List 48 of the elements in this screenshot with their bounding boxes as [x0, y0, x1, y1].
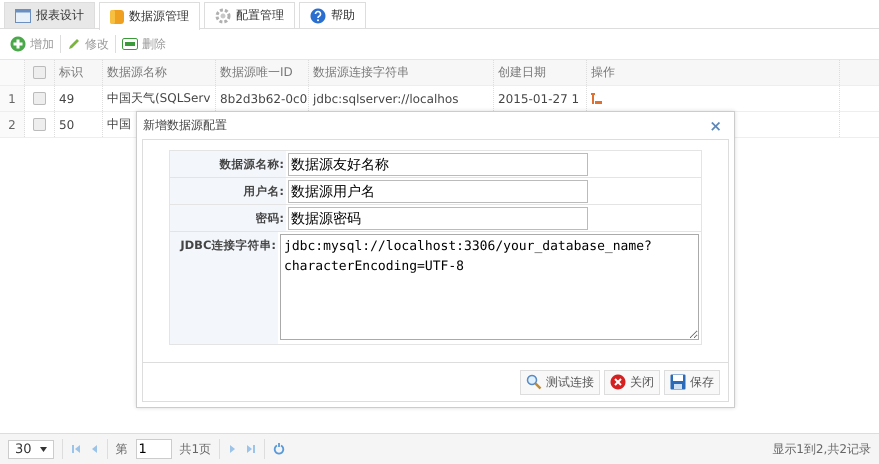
input-field[interactable]: 数据源友好名称 — [288, 153, 588, 176]
close-icon — [610, 374, 626, 390]
table-cell: 50 — [55, 112, 103, 137]
table-cell: 49 — [55, 86, 103, 111]
column-header[interactable]: 标识 — [55, 60, 103, 85]
dialog-button[interactable]: 保存 — [664, 370, 720, 394]
caret-icon — [40, 446, 47, 452]
tab[interactable]: 数据源管理 — [99, 2, 200, 30]
column-header[interactable]: 数据源唯一ID — [216, 60, 309, 85]
text-area[interactable]: jdbc:mysql://localhost:3306/your_database_name?characterEncoding=UTF-8 — [280, 234, 699, 340]
help-icon — [310, 8, 326, 24]
plus-icon — [10, 36, 26, 52]
search-icon — [526, 374, 542, 390]
tab[interactable]: 配置管理 — [204, 2, 295, 28]
tab[interactable]: 报表设计 — [4, 2, 95, 28]
action-icon[interactable] — [591, 92, 605, 104]
column-header[interactable]: 数据源连接字符串 — [309, 60, 494, 85]
column-header[interactable]: 数据源名称 — [103, 60, 216, 85]
column-header[interactable]: 创建日期 — [494, 60, 587, 85]
checkbox[interactable] — [33, 92, 46, 105]
minus-icon — [122, 38, 138, 50]
field-label: JDBC连接字符串: — [170, 232, 278, 344]
dialog-button[interactable]: 关闭 — [604, 370, 660, 394]
field-label: 数据源名称: — [170, 151, 286, 177]
page-total: 共1页 — [180, 440, 212, 458]
row-number: 1 — [0, 86, 25, 111]
checkbox[interactable] — [33, 118, 46, 131]
input-field[interactable]: 数据源用户名 — [288, 180, 588, 203]
gear-icon — [215, 8, 231, 24]
input-field[interactable]: 数据源密码 — [288, 207, 588, 230]
page-label: 第 — [116, 440, 128, 458]
pencil-icon — [67, 37, 81, 51]
checkbox[interactable] — [33, 66, 46, 79]
close-button[interactable]: × — [703, 116, 728, 136]
database-icon — [110, 8, 124, 24]
field-label: 用户名: — [170, 178, 286, 204]
calendar-icon — [15, 8, 31, 22]
record-summary: 显示1到2,共2记录 — [772, 440, 871, 458]
tab[interactable]: 帮助 — [299, 2, 366, 28]
page-size-select[interactable]: 30 — [8, 440, 54, 458]
page-input[interactable]: 1 — [136, 439, 172, 459]
save-icon — [670, 374, 686, 390]
field-label: 密码: — [170, 205, 286, 231]
last-page-icon[interactable] — [246, 444, 256, 454]
column-header[interactable]: 操作 — [587, 60, 840, 85]
dialog-button[interactable]: 测试连接 — [520, 370, 600, 394]
first-page-icon[interactable] — [70, 444, 81, 454]
row-number: 2 — [0, 112, 25, 137]
